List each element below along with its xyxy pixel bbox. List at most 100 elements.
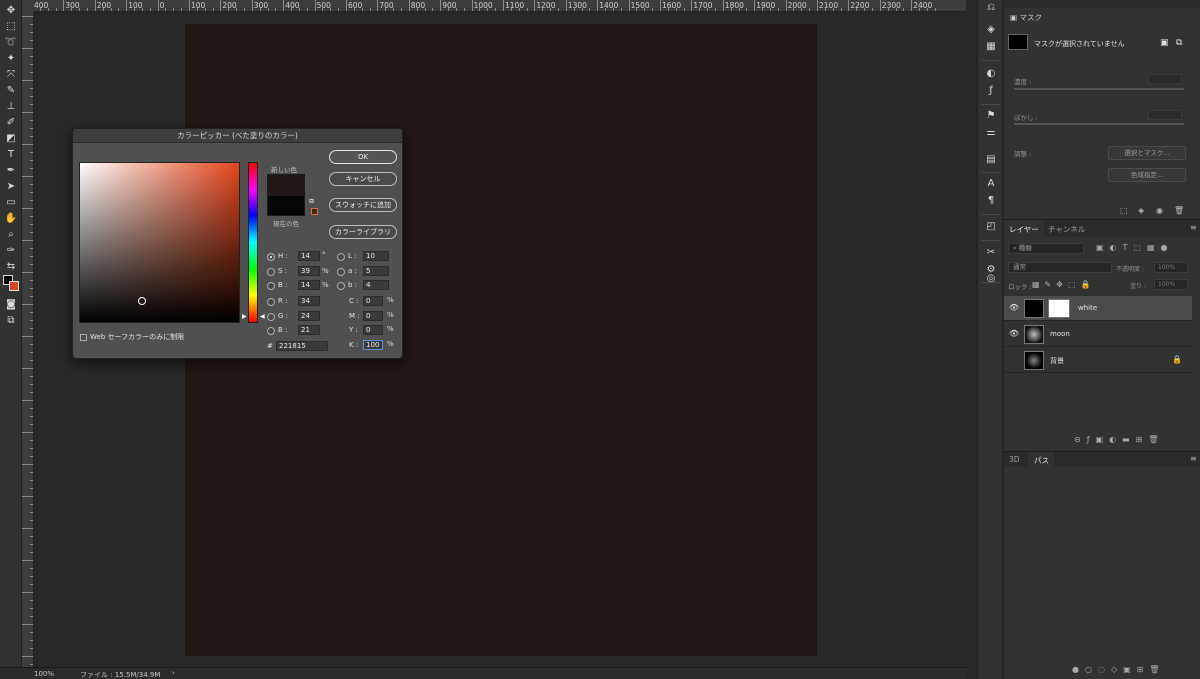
panel-menu-icon[interactable]: ≡ [1190, 223, 1197, 232]
glyphs-icon[interactable]: ◰ [984, 221, 998, 233]
layer-row[interactable]: 👁 white [1004, 296, 1192, 321]
opacity-field[interactable]: 100% [1154, 262, 1188, 273]
eyedropper-icon[interactable]: ✑ [3, 244, 19, 258]
disable-mask-icon[interactable]: ◉ [1156, 206, 1163, 215]
hue-slider[interactable] [248, 162, 258, 323]
screen-mode-icon[interactable]: ⧉ [3, 314, 19, 328]
feather-field[interactable] [1148, 110, 1182, 120]
lab-l-radio[interactable] [337, 253, 345, 261]
saturation-radio[interactable] [267, 268, 275, 276]
saturation-input[interactable]: 39 [298, 266, 320, 276]
text-icon[interactable]: T [3, 148, 19, 162]
adjustments-icon[interactable]: ◐ [984, 68, 998, 80]
color-range-button[interactable]: 色域指定... [1108, 168, 1186, 182]
density-slider[interactable] [1014, 88, 1184, 90]
quick-mask-icon[interactable]: ◙ [3, 298, 19, 312]
timeline-icon[interactable]: ◎ [984, 273, 998, 285]
hue-slider-handle-right[interactable]: ◀ [260, 313, 265, 320]
web-safe-warning-icon[interactable] [311, 208, 318, 215]
gamut-cube-icon[interactable]: ⧈ [309, 196, 314, 206]
cyan-input[interactable]: 0 [363, 296, 383, 306]
layer-mask-thumbnail[interactable] [1048, 299, 1070, 318]
brightness-radio[interactable] [267, 282, 275, 290]
zoom-level[interactable]: 100% [34, 670, 54, 678]
marquee-icon[interactable]: ⬚ [3, 20, 19, 34]
visibility-eye-icon[interactable]: · [1008, 354, 1020, 366]
sliders-icon[interactable]: ⚌ [984, 127, 998, 139]
zoom-icon[interactable]: ⌕ [3, 228, 19, 242]
paths-footer-icons[interactable]: ●○◌◇▣⊞🗑 [1072, 665, 1166, 674]
ok-button[interactable]: OK [329, 150, 397, 164]
vector-mask-icon[interactable]: ⧉ [1176, 38, 1182, 48]
grid-icon[interactable]: ▦ [984, 41, 998, 53]
tab-channels[interactable]: チャンネル [1048, 224, 1085, 235]
3d-icon[interactable]: ◈ [984, 24, 998, 36]
history-icon[interactable]: ⎌ [984, 2, 998, 14]
visibility-eye-icon[interactable]: 👁 [1008, 328, 1020, 340]
lab-l-input[interactable]: 10 [363, 251, 389, 261]
lab-a-input[interactable]: 5 [363, 266, 389, 276]
lock-icons[interactable]: ▦✎✥⬚🔒 [1032, 280, 1095, 289]
brightness-input[interactable]: 14 [298, 280, 320, 290]
hue-input[interactable]: 14 [298, 251, 320, 261]
load-selection-icon[interactable]: ⬚ [1120, 206, 1128, 215]
color-libraries-button[interactable]: カラーライブラリ [329, 225, 397, 239]
hue-radio[interactable] [267, 253, 275, 261]
styles-icon[interactable]: ƒ [984, 85, 998, 97]
feather-slider[interactable] [1014, 123, 1184, 125]
eyedropper-sample-icon[interactable]: ⤧ [3, 68, 19, 82]
yellow-input[interactable]: 0 [363, 325, 383, 335]
lasso-icon[interactable]: ➰ [3, 36, 19, 50]
magic-wand-icon[interactable]: ✦ [3, 52, 19, 66]
layer-filter-select[interactable]: ⌕ 種類 [1008, 243, 1084, 254]
density-field[interactable] [1148, 74, 1182, 84]
pen-icon[interactable]: ✒ [3, 164, 19, 178]
eraser-icon[interactable]: ◩ [3, 132, 19, 146]
add-to-swatches-button[interactable]: スウォッチに追加 [329, 198, 397, 212]
hue-slider-handle-left[interactable]: ▶ [242, 313, 247, 320]
layer-row[interactable]: 👁 moon [1004, 322, 1192, 347]
black-input[interactable]: 100 [363, 340, 383, 350]
red-radio[interactable] [267, 298, 275, 306]
channels-icon[interactable]: ▤ [984, 154, 998, 166]
pixel-mask-icon[interactable]: ▣ [1160, 38, 1169, 48]
paths-menu-icon[interactable]: ≡ [1190, 454, 1197, 463]
tool-presets-icon[interactable]: ✂ [984, 247, 998, 259]
layers-footer-icons[interactable]: ⊝ƒ▣◐▬⊞🗑 [1074, 435, 1164, 444]
move-icon[interactable]: ✥ [3, 4, 19, 18]
tab-paths[interactable]: パス [1034, 455, 1049, 466]
current-color-swatch[interactable] [267, 195, 305, 216]
magenta-input[interactable]: 0 [363, 311, 383, 321]
properties-icon[interactable]: ⚑ [984, 110, 998, 122]
lab-a-radio[interactable] [337, 268, 345, 276]
tab-3d[interactable]: 3D [1009, 455, 1020, 464]
character-icon[interactable]: A [984, 178, 998, 190]
web-safe-only-checkbox[interactable] [80, 334, 87, 341]
lab-b-input[interactable]: 4 [363, 280, 389, 290]
lab-b-radio[interactable] [337, 282, 345, 290]
brush-icon[interactable]: ✎ [3, 84, 19, 98]
color-selection-marker[interactable] [138, 297, 146, 305]
web-safe-only-label[interactable]: Web セーフカラーのみに制限 [90, 332, 184, 342]
rectangle-icon[interactable]: ▭ [3, 196, 19, 210]
paragraph-icon[interactable]: ¶ [984, 195, 998, 207]
fill-field[interactable]: 100% [1154, 279, 1188, 290]
tab-layers[interactable]: レイヤー [1009, 224, 1039, 235]
swap-colors-icon[interactable]: ⇆ [3, 260, 19, 274]
background-color-swatch[interactable] [9, 281, 19, 291]
red-input[interactable]: 34 [298, 296, 320, 306]
saturation-brightness-field[interactable] [79, 162, 240, 323]
cancel-button[interactable]: キャンセル [329, 172, 397, 186]
hand-icon[interactable]: ✋ [3, 212, 19, 226]
layer-row[interactable]: · 背景 🔒 [1004, 348, 1192, 373]
visibility-eye-icon[interactable]: 👁 [1008, 302, 1020, 314]
blue-radio[interactable] [267, 327, 275, 335]
blue-input[interactable]: 21 [298, 325, 320, 335]
blend-mode-select[interactable]: 通常 [1008, 262, 1112, 273]
dialog-title[interactable]: カラーピッカー (べた塗りのカラー) [73, 129, 402, 143]
layer-filter-icons[interactable]: ▣◐T⬚▦● [1096, 243, 1174, 252]
status-menu-arrow[interactable]: › [172, 669, 175, 677]
green-radio[interactable] [267, 313, 275, 321]
apply-mask-icon[interactable]: ◈ [1138, 206, 1144, 215]
path-select-icon[interactable]: ➤ [3, 180, 19, 194]
